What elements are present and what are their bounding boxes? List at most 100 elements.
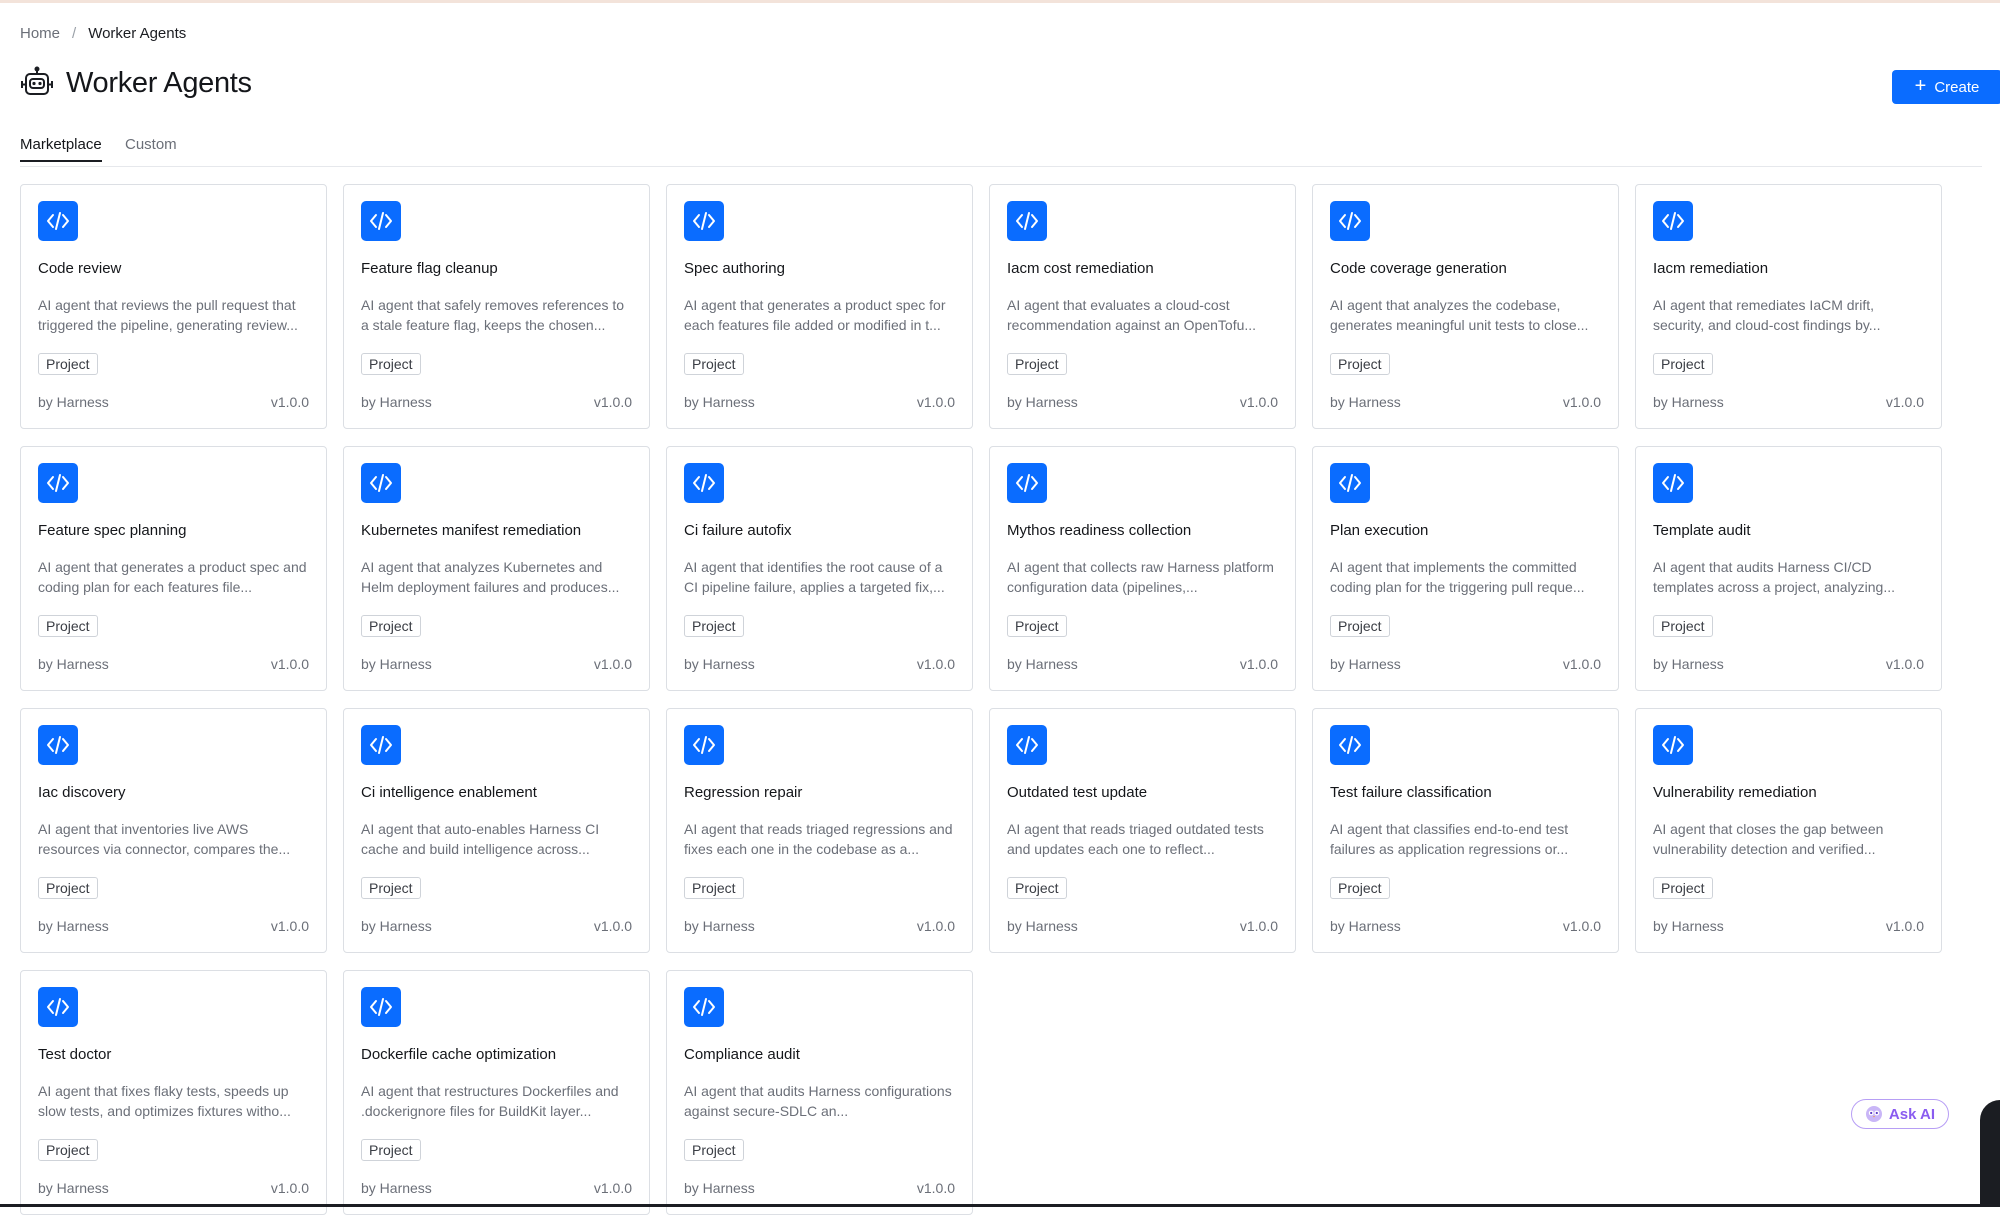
- code-icon: [684, 201, 724, 241]
- tab-marketplace[interactable]: Marketplace: [20, 136, 102, 162]
- agent-card-author: by Harness: [1007, 656, 1078, 672]
- plus-icon: +: [1914, 75, 1927, 97]
- agent-card-version: v1.0.0: [1562, 394, 1601, 410]
- agent-card-title: Test doctor: [38, 1046, 112, 1063]
- code-icon: [38, 463, 78, 503]
- agent-card[interactable]: Kubernetes manifest remediation AI agent…: [343, 446, 650, 691]
- page: Home / Worker Agents Worker Agents + Cre…: [20, 0, 2000, 1215]
- ask-ai-button[interactable]: Ask AI: [1851, 1099, 1949, 1129]
- agent-card-title: Spec authoring: [684, 260, 785, 277]
- agent-card-version: v1.0.0: [1239, 918, 1278, 934]
- code-icon: [1330, 201, 1370, 241]
- agent-card-scope-badge: Project: [1007, 615, 1067, 637]
- code-icon: [1653, 201, 1693, 241]
- agent-card-version: v1.0.0: [916, 656, 955, 672]
- agent-card[interactable]: Template audit AI agent that audits Harn…: [1635, 446, 1942, 691]
- agent-card-version: v1.0.0: [1562, 918, 1601, 934]
- agent-card-author: by Harness: [684, 394, 755, 410]
- agent-card-description: AI agent that remediates IaCM drift, sec…: [1653, 297, 1881, 333]
- ask-ai-label: Ask AI: [1888, 1105, 1936, 1123]
- agent-card-grid: Code review AI agent that reviews the pu…: [20, 184, 1942, 1215]
- agent-card-title: Iacm cost remediation: [1007, 260, 1154, 277]
- tab-bar: Marketplace Custom: [20, 132, 1982, 167]
- code-icon: [684, 463, 724, 503]
- agent-card-version: v1.0.0: [1885, 394, 1924, 410]
- agent-card-scope-badge: Project: [1330, 877, 1390, 899]
- agent-card-scope-badge: Project: [684, 353, 744, 375]
- code-icon: [1007, 725, 1047, 765]
- agent-card-version: v1.0.0: [593, 918, 632, 934]
- agent-card-version: v1.0.0: [593, 656, 632, 672]
- agent-card-scope-badge: Project: [1653, 615, 1713, 637]
- agent-card-title: Compliance audit: [684, 1046, 800, 1063]
- agent-card[interactable]: Feature flag cleanup AI agent that safel…: [343, 184, 650, 429]
- window-corner: [1980, 1100, 2000, 1207]
- agent-card-description: AI agent that evaluates a cloud-cost rec…: [1007, 297, 1257, 333]
- agent-card[interactable]: Plan execution AI agent that implements …: [1312, 446, 1619, 691]
- agent-card[interactable]: Regression repair AI agent that reads tr…: [666, 708, 973, 953]
- agent-card-description: AI agent that auto-enables Harness CI ca…: [361, 821, 600, 857]
- agent-card-version: v1.0.0: [593, 1180, 632, 1196]
- agent-card-author: by Harness: [38, 656, 109, 672]
- agent-card-scope-badge: Project: [38, 353, 98, 375]
- agent-card-scope-badge: Project: [1330, 353, 1390, 375]
- agent-card-description: AI agent that fixes flaky tests, speeds …: [38, 1083, 291, 1119]
- agent-card[interactable]: Iacm remediation AI agent that remediate…: [1635, 184, 1942, 429]
- code-icon: [1007, 201, 1047, 241]
- agent-card[interactable]: Code coverage generation AI agent that a…: [1312, 184, 1619, 429]
- agent-card-author: by Harness: [38, 1180, 109, 1196]
- agent-card-scope-badge: Project: [361, 877, 421, 899]
- agent-card[interactable]: Compliance audit AI agent that audits Ha…: [666, 970, 973, 1215]
- agent-card[interactable]: Ci intelligence enablement AI agent that…: [343, 708, 650, 953]
- tab-custom[interactable]: Custom: [125, 136, 177, 161]
- agent-card-title: Feature spec planning: [38, 522, 187, 539]
- agent-card-version: v1.0.0: [916, 918, 955, 934]
- agent-card[interactable]: Dockerfile cache optimization AI agent t…: [343, 970, 650, 1215]
- agent-card-version: v1.0.0: [270, 1180, 309, 1196]
- agent-card-title: Code review: [38, 260, 122, 277]
- agent-card-title: Vulnerability remediation: [1653, 784, 1817, 801]
- agent-card[interactable]: Spec authoring AI agent that generates a…: [666, 184, 973, 429]
- agent-card[interactable]: Ci failure autofix AI agent that identif…: [666, 446, 973, 691]
- agent-card[interactable]: Iacm cost remediation AI agent that eval…: [989, 184, 1296, 429]
- agent-card-description: AI agent that classifies end-to-end test…: [1330, 821, 1569, 857]
- agent-card-title: Ci intelligence enablement: [361, 784, 537, 801]
- agent-card-description: AI agent that audits Harness configurati…: [684, 1083, 952, 1119]
- agent-card-author: by Harness: [1330, 656, 1401, 672]
- agent-card-description: AI agent that analyzes the codebase, gen…: [1330, 297, 1589, 333]
- agent-card-author: by Harness: [361, 1180, 432, 1196]
- agent-card-title: Mythos readiness collection: [1007, 522, 1192, 539]
- agent-card-title: Iacm remediation: [1653, 260, 1769, 277]
- code-icon: [684, 987, 724, 1027]
- agent-card-description: AI agent that generates a product spec a…: [38, 559, 307, 595]
- code-icon: [361, 201, 401, 241]
- agent-card[interactable]: Feature spec planning AI agent that gene…: [20, 446, 327, 691]
- agent-card-description: AI agent that reads triaged regressions …: [684, 821, 953, 857]
- agent-card-version: v1.0.0: [1239, 394, 1278, 410]
- agent-card-description: AI agent that identifies the root cause …: [684, 559, 945, 595]
- agent-card-title: Kubernetes manifest remediation: [361, 522, 582, 539]
- agent-card-scope-badge: Project: [38, 877, 98, 899]
- agent-card[interactable]: Iac discovery AI agent that inventories …: [20, 708, 327, 953]
- agent-card-title: Regression repair: [684, 784, 803, 801]
- create-button[interactable]: + Create: [1892, 70, 2000, 104]
- agent-card-title: Plan execution: [1330, 522, 1429, 539]
- agent-card[interactable]: Outdated test update AI agent that reads…: [989, 708, 1296, 953]
- agent-card-version: v1.0.0: [593, 394, 632, 410]
- agent-card-description: AI agent that reviews the pull request t…: [38, 297, 298, 333]
- code-icon: [361, 725, 401, 765]
- code-icon: [38, 725, 78, 765]
- agent-card-author: by Harness: [1653, 394, 1724, 410]
- agent-card-version: v1.0.0: [270, 918, 309, 934]
- breadcrumb-home[interactable]: Home: [20, 25, 60, 42]
- agent-card[interactable]: Vulnerability remediation AI agent that …: [1635, 708, 1942, 953]
- agent-card[interactable]: Code review AI agent that reviews the pu…: [20, 184, 327, 429]
- agent-card[interactable]: Test failure classification AI agent tha…: [1312, 708, 1619, 953]
- agent-card[interactable]: Mythos readiness collection AI agent tha…: [989, 446, 1296, 691]
- agent-card-description: AI agent that generates a product spec f…: [684, 297, 946, 333]
- agent-card-description: AI agent that implements the committed c…: [1330, 559, 1585, 595]
- agent-card-description: AI agent that audits Harness CI/CD templ…: [1653, 559, 1896, 595]
- agent-card[interactable]: Test doctor AI agent that fixes flaky te…: [20, 970, 327, 1215]
- agent-card-version: v1.0.0: [916, 1180, 955, 1196]
- agent-card-scope-badge: Project: [1007, 353, 1067, 375]
